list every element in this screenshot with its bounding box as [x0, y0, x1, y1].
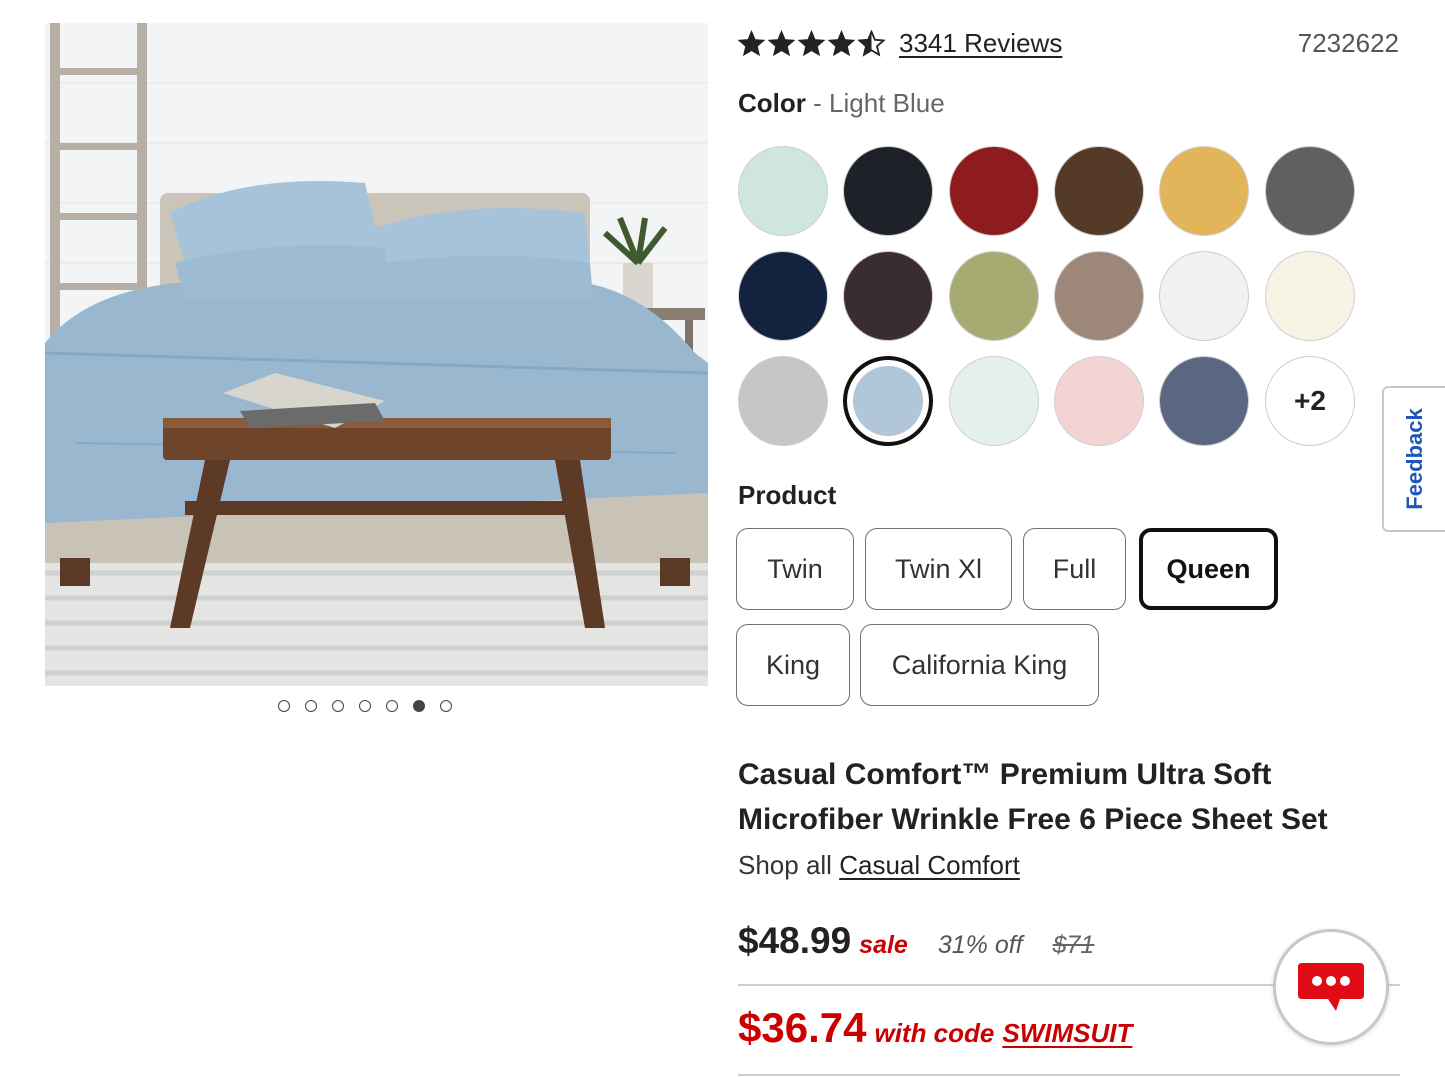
shop-all-prefix: Shop all: [738, 850, 832, 880]
color-swatch-selected[interactable]: [843, 356, 933, 446]
color-swatch[interactable]: [1159, 146, 1249, 236]
sale-price: $48.99: [738, 920, 852, 961]
color-swatch[interactable]: [949, 356, 1039, 446]
color-swatch[interactable]: [738, 356, 828, 446]
discount-percent: 31% off: [937, 931, 1023, 959]
price-row: $48.99 sale 31% off $71: [738, 920, 1094, 962]
star-full-icon: [738, 30, 765, 57]
carousel-dot[interactable]: [386, 700, 398, 712]
size-option-queen[interactable]: Queen: [1139, 528, 1278, 610]
feedback-tab[interactable]: Feedback: [1382, 386, 1445, 532]
promo-code-link[interactable]: SWIMSUIT: [1002, 1018, 1132, 1049]
sku-number: 7232622: [1297, 28, 1399, 58]
color-swatch[interactable]: [949, 146, 1039, 236]
color-swatch[interactable]: [738, 146, 828, 236]
rating: 3341 Reviews: [738, 28, 1062, 59]
carousel-dot[interactable]: [278, 700, 290, 712]
feedback-label: Feedback: [1401, 408, 1427, 510]
chat-bubble-icon: [1298, 963, 1364, 1011]
color-swatch[interactable]: [1159, 356, 1249, 446]
carousel-dot[interactable]: [305, 700, 317, 712]
size-option-full[interactable]: Full: [1023, 528, 1126, 610]
shop-all: Shop all Casual Comfort: [738, 850, 1020, 881]
code-price-row: $36.74 with code SWIMSUIT: [738, 1004, 1132, 1052]
color-swatch[interactable]: [843, 251, 933, 341]
more-colors-button[interactable]: +2: [1265, 356, 1355, 446]
carousel-dots[interactable]: [278, 700, 452, 716]
color-heading: Color: [738, 88, 806, 118]
star-full-icon: [798, 30, 825, 57]
selected-color-name: Light Blue: [829, 88, 945, 118]
chat-button[interactable]: [1273, 929, 1389, 1045]
star-full-icon: [828, 30, 855, 57]
color-swatch[interactable]: [1054, 146, 1144, 236]
color-swatch[interactable]: [1265, 146, 1355, 236]
divider: [738, 1074, 1400, 1076]
product-label: Product: [738, 480, 837, 510]
with-code-label: with code: [874, 1018, 995, 1048]
product-title: Casual Comfort™ Premium Ultra Soft Micro…: [738, 758, 1328, 836]
size-option-california-king[interactable]: California King: [860, 624, 1099, 706]
color-swatch[interactable]: [1054, 356, 1144, 446]
size-option-twin[interactable]: Twin: [736, 528, 854, 610]
size-option-king[interactable]: King: [736, 624, 850, 706]
reviews-link[interactable]: 3341 Reviews: [899, 28, 1062, 59]
color-swatch[interactable]: [738, 251, 828, 341]
size-option-twin-xl[interactable]: Twin Xl: [865, 528, 1012, 610]
color-swatch[interactable]: [1054, 251, 1144, 341]
code-price: $36.74: [738, 1004, 867, 1051]
color-swatch[interactable]: [843, 146, 933, 236]
carousel-dot[interactable]: [332, 700, 344, 712]
star-full-icon: [768, 30, 795, 57]
star-half-icon: [858, 30, 885, 57]
carousel-dot[interactable]: [413, 700, 425, 712]
carousel-dot[interactable]: [440, 700, 452, 712]
carousel-dot[interactable]: [359, 700, 371, 712]
color-swatch[interactable]: [949, 251, 1039, 341]
color-swatch[interactable]: [1159, 251, 1249, 341]
product-image[interactable]: [45, 23, 708, 686]
color-swatch[interactable]: [1265, 251, 1355, 341]
brand-link[interactable]: Casual Comfort: [839, 850, 1020, 880]
sale-label: sale: [859, 931, 908, 959]
color-label: Color - Light Blue: [738, 88, 945, 119]
color-separator: -: [813, 88, 822, 118]
original-price: $71: [1052, 931, 1095, 959]
star-rating: [738, 30, 885, 57]
